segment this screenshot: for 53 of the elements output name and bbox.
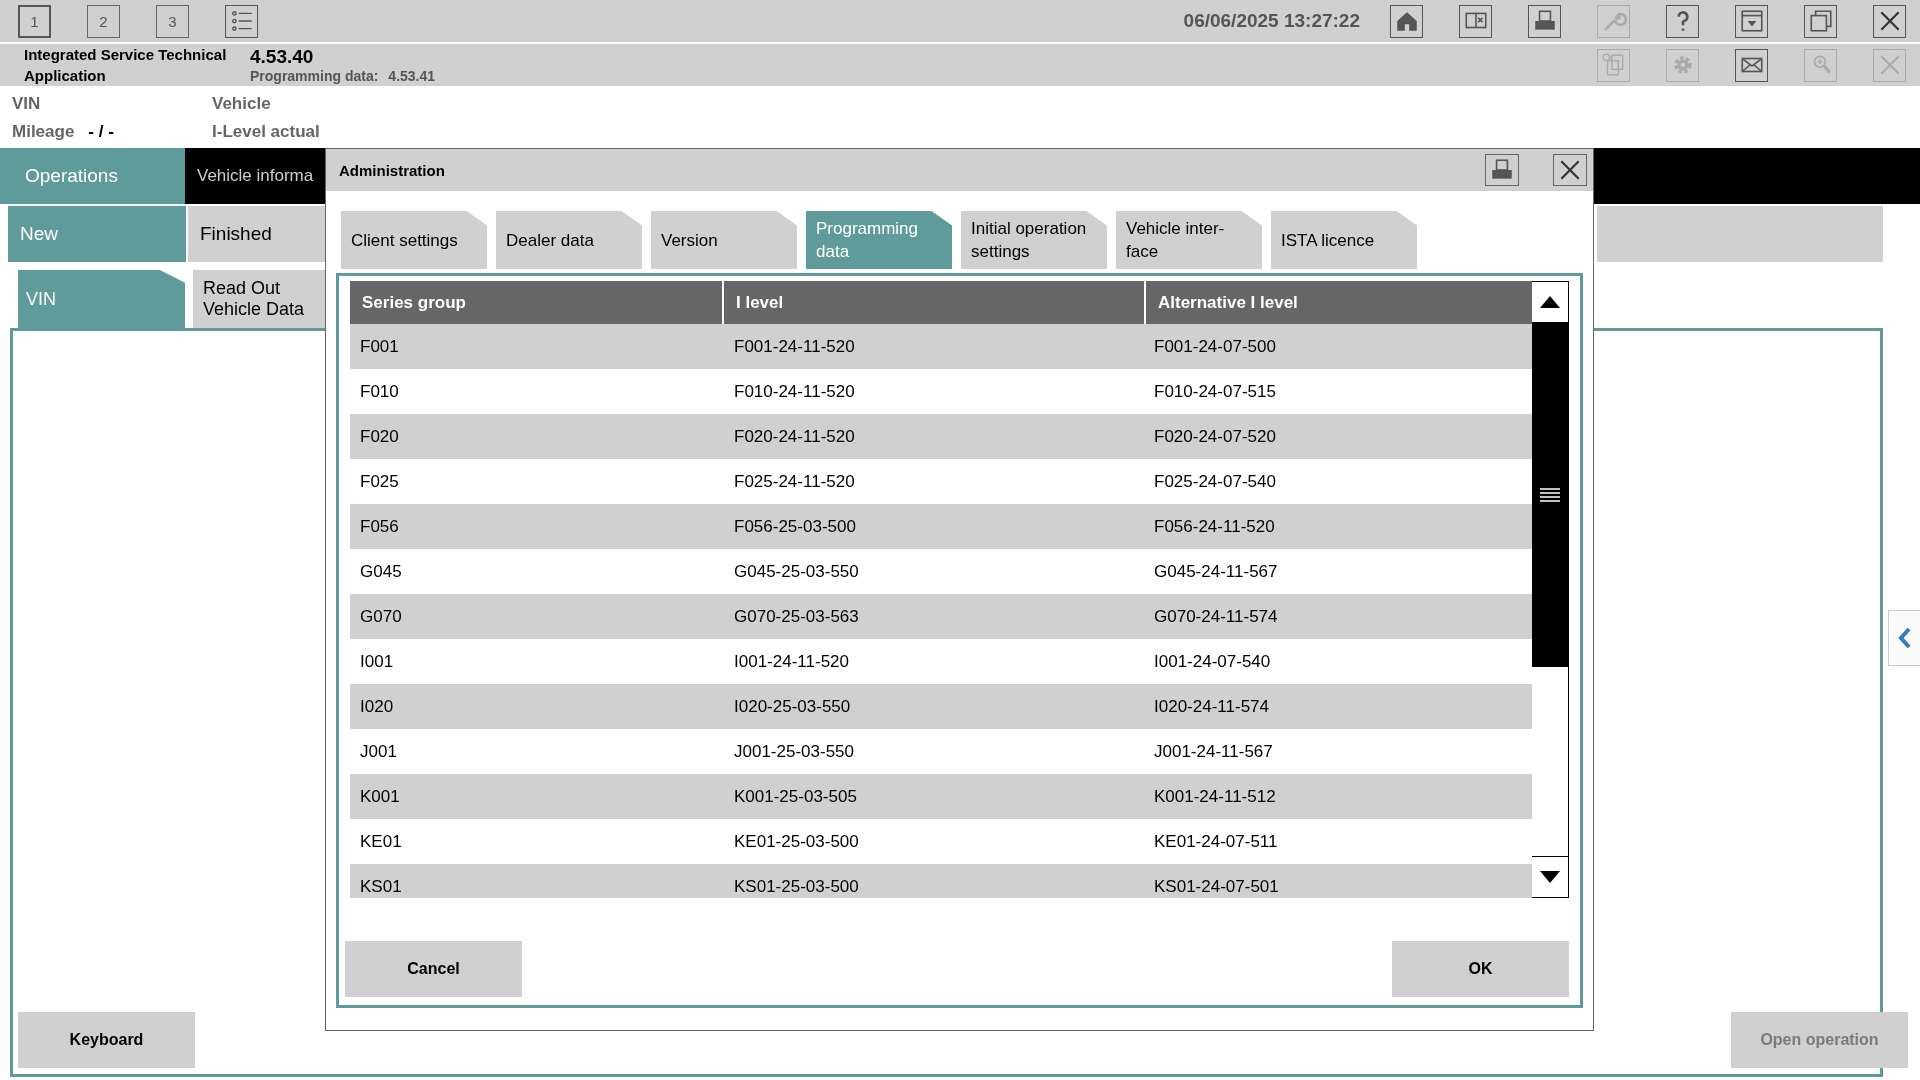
column-header: Series group (350, 281, 722, 324)
vehicle-label: Vehicle (212, 94, 272, 114)
table-cell-text: F010 (359, 381, 400, 402)
table-cell-text: KS01-24-07-501 (1153, 876, 1280, 897)
table-cell-text: G045 (359, 561, 403, 582)
table-cell-text: J001-24-11-567 (1153, 741, 1274, 762)
table-cell-text: F056-24-11-520 (1153, 516, 1276, 537)
table-cell-text: J001-25-03-550 (733, 741, 856, 762)
table-cell-text: G070-24-11-574 (1153, 606, 1279, 627)
table-cell-text: F010-24-11-520 (733, 381, 856, 402)
column-header: Alternative I level (1146, 281, 1532, 324)
mileage-label: Mileage (12, 122, 75, 142)
app-version: 4.53.40 (250, 46, 315, 68)
app-title: Integrated Service Technical Application (24, 45, 228, 86)
column-header: I level (724, 281, 1144, 324)
i-level-label: I-Level actual (212, 122, 321, 142)
table-cell-text: G045-24-11-567 (1153, 561, 1279, 582)
table-cell-text: I001 (359, 651, 395, 672)
table-cell-text: F056 (359, 516, 400, 537)
table-cell-text: KE01 (359, 831, 403, 852)
table-cell-text: J001 (359, 741, 398, 762)
programming-data-label: Programming data: (250, 68, 379, 84)
vin-label: VIN (12, 94, 42, 114)
dialog-title: Administration (339, 161, 445, 179)
table-cell-text: KE01-25-03-500 (733, 831, 860, 852)
table-cell-text: KS01 (359, 876, 403, 897)
table-cell-text: F020-24-07-520 (1153, 426, 1277, 447)
table-cell-text: KS01-25-03-500 (733, 876, 860, 897)
programming-data-version: 4.53.41 (388, 68, 436, 84)
mileage-value: - / - (88, 122, 114, 142)
table-cell-text: F025-24-11-520 (733, 471, 856, 492)
table-cell-text: K001-24-11-512 (1153, 786, 1277, 807)
table-cell-text: F001 (359, 336, 400, 357)
table-cell-text: KE01-24-07-511 (1153, 831, 1279, 852)
table-cell-text: K001-25-03-505 (733, 786, 858, 807)
date-time: 06/06/2025 13:27:22 (1183, 10, 1360, 32)
table-cell-text: G045-25-03-550 (733, 561, 860, 582)
table-cell-text: F025 (359, 471, 400, 492)
table-cell-text: K001 (359, 786, 401, 807)
table-cell-text: F001-24-11-520 (733, 336, 856, 357)
table-cell-text: I020-24-11-574 (1153, 696, 1270, 717)
table-cell-text: F001-24-07-500 (1153, 336, 1277, 357)
table-cell-text: F010-24-07-515 (1153, 381, 1277, 402)
table-cell-text: F020-24-11-520 (733, 426, 856, 447)
table-cell-text: F025-24-07-540 (1153, 471, 1277, 492)
table-cell-text: F020 (359, 426, 400, 447)
table-cell-text: G070-25-03-563 (733, 606, 860, 627)
table-cell-text: I001-24-07-540 (1153, 651, 1272, 672)
table-cell-text: G070 (359, 606, 403, 627)
table-cell-text: I020 (359, 696, 395, 717)
table-cell-text: F056-25-03-500 (733, 516, 857, 537)
table-cell-text: I020-25-03-550 (733, 696, 852, 717)
table-cell-text: I001-24-11-520 (733, 651, 850, 672)
